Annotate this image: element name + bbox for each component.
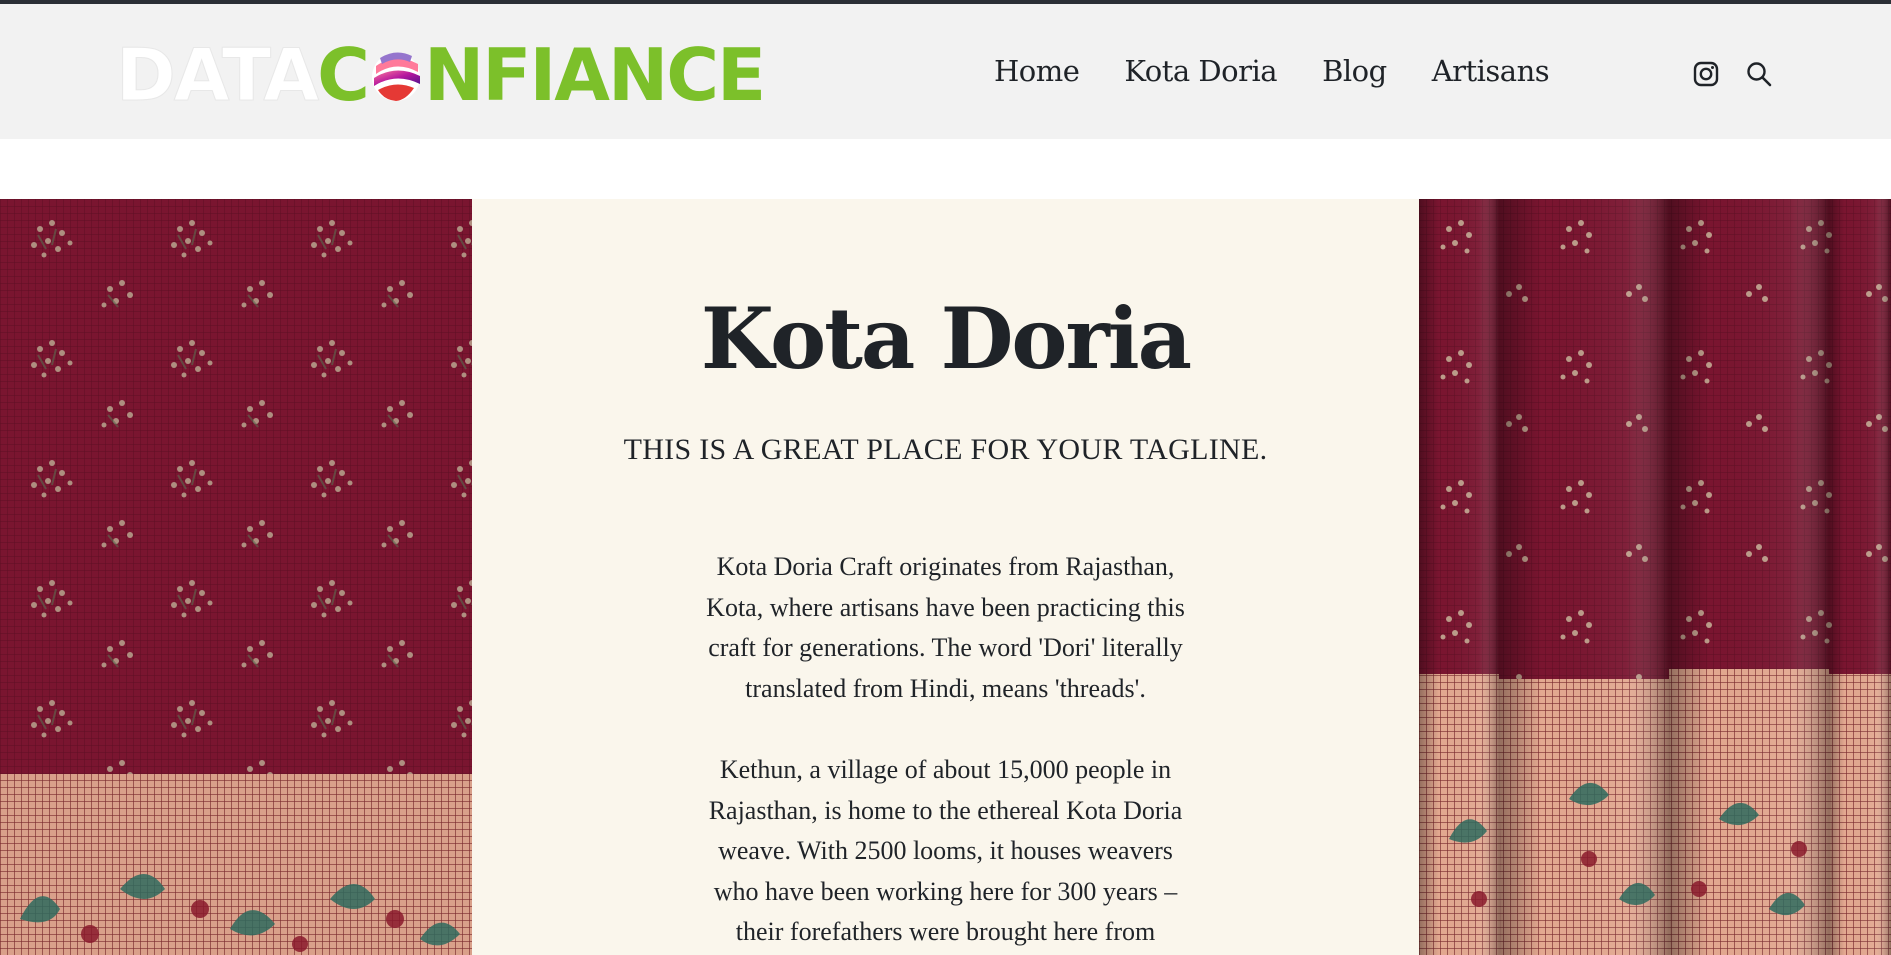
content-panel: Kota Doria THIS IS A GREAT PLACE FOR YOU… [472, 199, 1419, 955]
main-nav: Home Kota Doria Blog Artisans [994, 54, 1594, 88]
logo-c-letter: C [317, 33, 370, 117]
site-logo[interactable]: DATA C NFIANCE [115, 33, 766, 117]
site-header: DATA C NFIANCE Home Kota Doria Blog Arti… [0, 4, 1891, 139]
tagline: THIS IS A GREAT PLACE FOR YOUR TAGLINE. [623, 433, 1268, 466]
logo-confiance-text: C NFIANCE [317, 33, 766, 117]
kethun-paragraph: Kethun, a village of about 15,000 people… [708, 755, 1183, 946]
logo-rest-letters: NFIANCE [424, 33, 766, 117]
hero-section: Kota Doria THIS IS A GREAT PLACE FOR YOU… [0, 199, 1891, 955]
nav-kota-doria[interactable]: Kota Doria [1124, 54, 1277, 88]
logo-data-text: DATA [115, 33, 319, 117]
nav-home[interactable]: Home [994, 54, 1080, 88]
nav-blog[interactable]: Blog [1322, 54, 1387, 88]
fabric-image-right [1419, 199, 1891, 955]
globe-icon [366, 44, 426, 106]
intro-paragraph: Kota Doria Craft originates from Rajasth… [706, 552, 1185, 703]
fabric-image-left [0, 199, 472, 955]
search-icon[interactable] [1744, 59, 1774, 89]
instagram-icon[interactable] [1691, 59, 1721, 89]
nav-artisans[interactable]: Artisans [1432, 54, 1550, 88]
page-title: Kota Doria [700, 289, 1192, 388]
